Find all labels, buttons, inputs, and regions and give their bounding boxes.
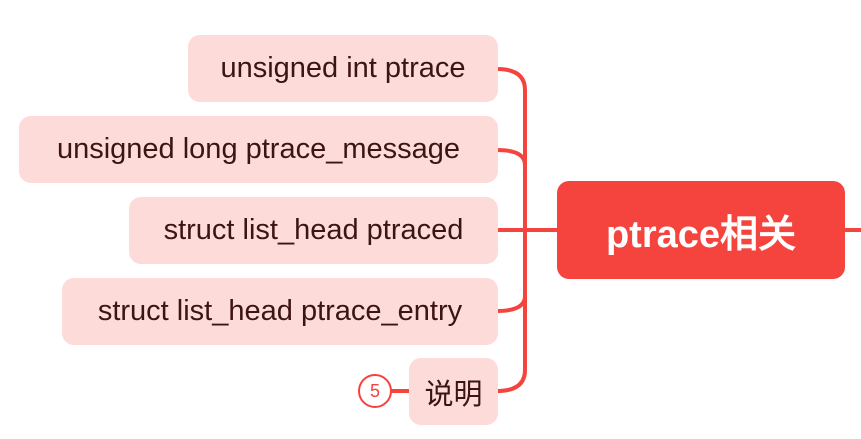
child-node-struct-list-head-ptrace-entry[interactable]: struct list_head ptrace_entry <box>62 278 498 345</box>
child-node-label: unsigned long ptrace_message <box>56 133 461 165</box>
child-node-label: 说明 <box>424 378 483 411</box>
child-node-notes[interactable]: 说明 <box>409 358 498 425</box>
root-node-label: ptrace相关 <box>605 213 797 256</box>
connector-child-4 <box>495 294 527 313</box>
child-node-label: struct list_head ptrace_entry <box>97 295 463 327</box>
child-node-unsigned-long-ptrace-message[interactable]: unsigned long ptrace_message <box>19 116 498 183</box>
connector-child-2 <box>495 148 527 167</box>
count-badge-value: 5 <box>369 380 380 401</box>
child-node-label: unsigned int ptrace <box>220 52 466 84</box>
child-node-label: struct list_head ptraced <box>163 214 464 246</box>
root-node[interactable]: ptrace相关 <box>557 181 845 279</box>
child-node-struct-list-head-ptraced[interactable]: struct list_head ptraced <box>129 197 498 264</box>
count-badge[interactable]: 5 <box>358 374 392 408</box>
child-node-unsigned-int-ptrace[interactable]: unsigned int ptrace <box>188 35 498 102</box>
